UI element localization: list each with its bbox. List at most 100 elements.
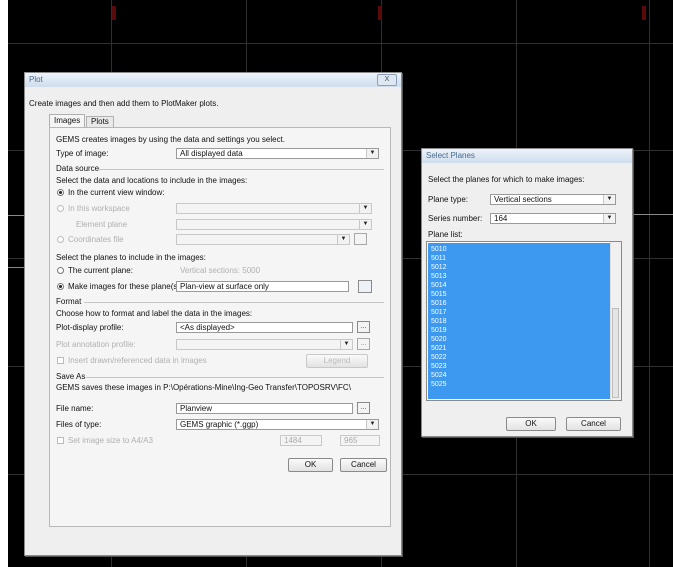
image-size-label: Set image size to A4/A3 — [68, 436, 153, 445]
plane-list-item[interactable]: 5018 — [431, 318, 447, 325]
chevron-down-icon: ▼ — [359, 220, 371, 229]
plane-list-item[interactable]: 5023 — [431, 363, 447, 370]
plane-list-item[interactable]: 5021 — [431, 345, 447, 352]
plane-type-label: Plane type: — [428, 195, 469, 204]
divider — [84, 302, 384, 303]
series-dropdown[interactable]: 164 ▼ — [490, 213, 616, 224]
scrollbar-thumb[interactable] — [612, 308, 619, 398]
workspace-dropdown[interactable]: ▼ — [176, 203, 372, 214]
element-plane-label: Element plane — [76, 220, 128, 229]
files-of-type-dropdown[interactable]: GEMS graphic (*.ggp) ▼ — [176, 419, 379, 430]
workspace-radio[interactable] — [57, 205, 64, 212]
profile-value: <As displayed> — [180, 323, 235, 332]
plane-list-item[interactable]: 5024 — [431, 372, 447, 379]
profile-browse-button[interactable]: ... — [357, 321, 370, 333]
plane-list-item[interactable]: 5014 — [431, 282, 447, 289]
select-planes-dialog: Select Planes Select the planes for whic… — [421, 148, 633, 437]
tab-plots[interactable]: Plots — [86, 116, 114, 127]
chevron-down-icon: ▼ — [603, 195, 615, 204]
select-planes-cancel-button[interactable]: Cancel — [566, 417, 621, 431]
make-images-radio[interactable] — [57, 283, 64, 290]
plot-dialog-title: Plot — [25, 73, 401, 87]
files-of-type-value: GEMS graphic (*.ggp) — [180, 420, 259, 429]
data-source-header: Data source — [56, 164, 100, 173]
annotation-browse-button[interactable]: ... — [357, 338, 370, 350]
tab-images[interactable]: Images — [49, 114, 86, 127]
plane-list-item[interactable]: 5011 — [431, 255, 446, 262]
section-marker — [112, 6, 116, 20]
type-of-image-dropdown[interactable]: All displayed data ▼ — [176, 148, 379, 159]
profile-label: Plot-display profile: — [56, 323, 124, 332]
coordinates-dropdown[interactable]: ▼ — [176, 234, 350, 245]
plane-type-dropdown[interactable]: Vertical sections ▼ — [490, 194, 616, 205]
selection-highlight — [428, 243, 610, 399]
plane-list-item[interactable]: 5022 — [431, 354, 447, 361]
coordinates-label: Coordinates file — [68, 235, 124, 244]
plane-list-item[interactable]: 5015 — [431, 291, 447, 298]
width-value: 1484 — [284, 436, 302, 445]
grid-line — [649, 0, 650, 567]
format-instruction: Choose how to format and label the data … — [56, 309, 253, 318]
chevron-down-icon: ▼ — [366, 149, 378, 158]
current-plane-value: Vertical sections: 5000 — [180, 266, 261, 275]
plane-list-item[interactable]: 5016 — [431, 300, 447, 307]
plane-list-scrollbar[interactable] — [610, 242, 621, 400]
current-view-radio[interactable] — [57, 189, 64, 196]
chevron-down-icon: ▼ — [359, 204, 371, 213]
insert-data-checkbox[interactable] — [57, 357, 64, 364]
intro-text: Create images and then add them to PlotM… — [29, 99, 219, 108]
chevron-down-icon: ▼ — [340, 340, 352, 349]
plane-list[interactable]: 5010 5011 5012 5013 5014 5015 5016 5017 … — [426, 241, 622, 401]
plane-list-item[interactable]: 5010 — [431, 246, 447, 253]
legend-button[interactable]: Legend — [306, 354, 368, 368]
plane-list-item[interactable]: 5020 — [431, 336, 447, 343]
select-planes-ok-button[interactable]: OK — [506, 417, 556, 431]
plane-list-item[interactable]: 5013 — [431, 273, 447, 280]
section-marker — [642, 6, 646, 20]
make-images-label: Make images for these plane(s): — [68, 282, 183, 291]
plot-dialog: Plot X Create images and then add them t… — [24, 72, 402, 556]
coordinates-radio[interactable] — [57, 236, 64, 243]
current-plane-label: The current plane: — [68, 266, 133, 275]
height-field[interactable]: 965 — [340, 435, 380, 446]
format-header: Format — [56, 297, 82, 306]
grid-line — [8, 43, 673, 44]
ok-button[interactable]: OK — [288, 458, 333, 472]
select-planes-icon[interactable] — [358, 280, 372, 293]
divider — [98, 169, 384, 170]
chevron-down-icon: ▼ — [337, 235, 349, 244]
file-name-field[interactable]: Planview — [176, 403, 353, 414]
annotation-profile-label: Plot annotation profile: — [56, 340, 136, 349]
close-button[interactable]: X — [377, 74, 397, 86]
planes-field[interactable]: Plan-view at surface only — [176, 281, 349, 292]
insert-data-label: Insert drawn/referenced data in images — [68, 356, 207, 365]
divider — [86, 377, 384, 378]
width-field[interactable]: 1484 — [280, 435, 322, 446]
planes-field-value: Plan-view at surface only — [180, 282, 269, 291]
plane-list-item[interactable]: 5019 — [431, 327, 447, 334]
select-planes-instruction: Select the planes for which to make imag… — [428, 175, 585, 184]
save-as-header: Save As — [56, 372, 86, 381]
profile-field[interactable]: <As displayed> — [176, 322, 353, 333]
images-tab-panel: GEMS creates images by using the data an… — [49, 127, 391, 527]
file-name-value: Planview — [180, 404, 213, 413]
series-value: 164 — [494, 214, 508, 223]
series-label: Series number: — [428, 214, 483, 223]
cancel-button[interactable]: Cancel — [340, 458, 387, 472]
workspace-label: In this workspace — [68, 204, 130, 213]
gems-creates-text: GEMS creates images by using the data an… — [56, 135, 286, 144]
type-of-image-value: All displayed data — [180, 149, 243, 158]
file-name-label: File name: — [56, 404, 94, 413]
plane-list-item[interactable]: 5012 — [431, 264, 447, 271]
element-plane-dropdown[interactable]: ▼ — [176, 219, 372, 230]
planes-instruction: Select the planes to include in the imag… — [56, 253, 206, 262]
file-browse-button[interactable]: ... — [357, 402, 370, 414]
image-size-checkbox[interactable] — [57, 437, 64, 444]
select-planes-title: Select Planes — [422, 149, 632, 163]
section-marker — [378, 6, 382, 20]
plane-list-item[interactable]: 5017 — [431, 309, 447, 316]
annotation-profile-dropdown[interactable]: ▼ — [176, 339, 353, 350]
open-file-icon[interactable] — [354, 233, 367, 245]
plane-list-item[interactable]: 5025 — [431, 381, 447, 388]
current-plane-radio[interactable] — [57, 267, 64, 274]
